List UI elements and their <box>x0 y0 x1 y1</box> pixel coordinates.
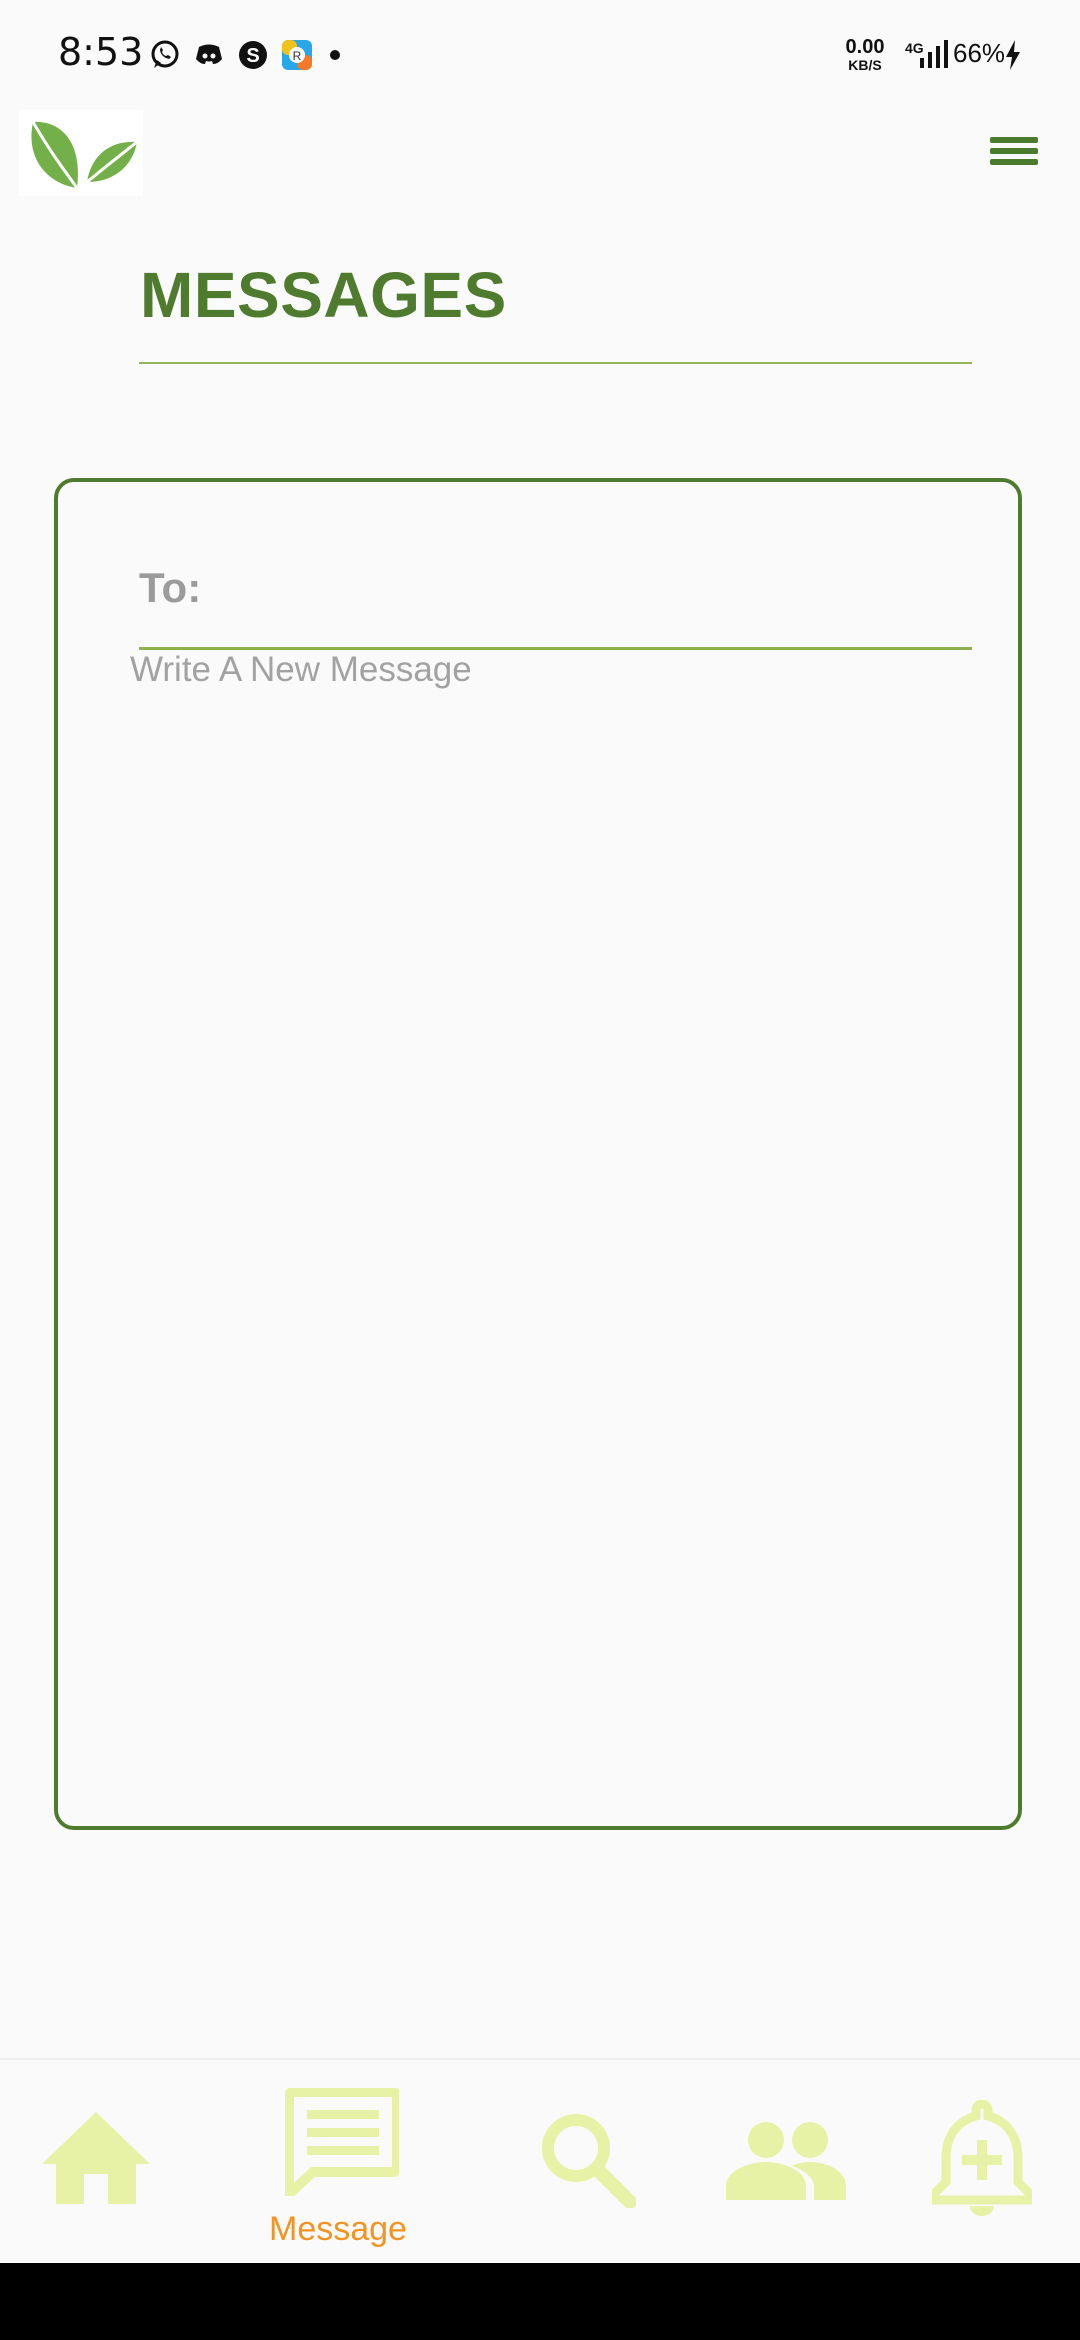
network-speed: 0.00 KB/S <box>845 36 885 73</box>
status-time: 8:53 <box>58 30 144 74</box>
to-label: To: <box>139 564 202 611</box>
nav-people[interactable] <box>726 2120 846 2200</box>
nav-home[interactable] <box>42 2112 150 2204</box>
dot-icon <box>318 38 352 72</box>
nav-search[interactable] <box>540 2112 637 2209</box>
signal-icon <box>918 40 950 75</box>
nav-message-label[interactable]: Message <box>269 2210 407 2249</box>
page-title: MESSAGES <box>140 259 507 331</box>
charging-icon <box>1004 40 1022 75</box>
recipient-input[interactable] <box>214 560 976 618</box>
title-divider <box>139 362 972 364</box>
people-icon <box>726 2122 846 2200</box>
bell-plus-icon <box>929 2099 1035 2216</box>
battery-level: 66% <box>953 38 1006 68</box>
message-icon <box>284 2087 402 2206</box>
search-icon <box>542 2114 637 2209</box>
skype-icon: S <box>236 38 270 72</box>
home-icon <box>42 2112 150 2204</box>
status-bar: 8:53 S R 0.00 KB/S 4G 66% <box>0 0 1080 110</box>
system-navigation-bar <box>0 2263 1080 2340</box>
whatsapp-icon <box>148 38 182 72</box>
nav-notifications[interactable] <box>929 2099 1035 2216</box>
message-input[interactable] <box>130 645 980 1795</box>
discord-icon <box>192 38 226 72</box>
bottom-nav: Message <box>0 2058 1080 2265</box>
svg-text:R: R <box>293 49 302 63</box>
leaf-logo[interactable] <box>19 110 143 196</box>
nav-message[interactable] <box>284 2087 402 2206</box>
hamburger-menu-icon[interactable] <box>990 132 1048 178</box>
app-icon: R <box>280 38 314 72</box>
svg-text:S: S <box>246 45 259 67</box>
